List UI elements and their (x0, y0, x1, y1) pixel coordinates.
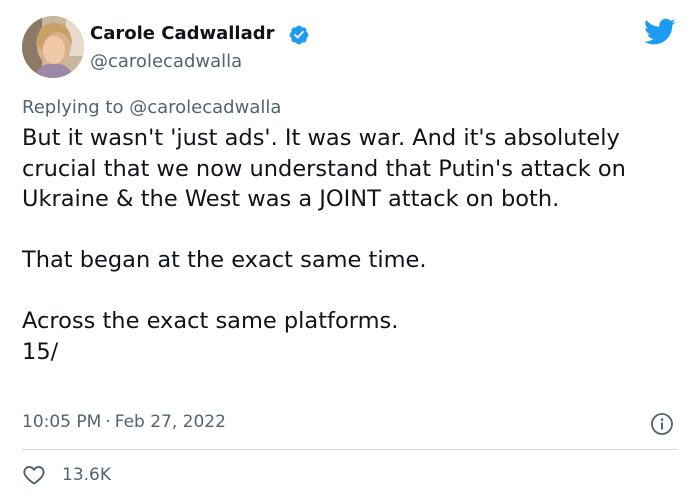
reply-context: Replying to @carolecadwalla (22, 96, 281, 120)
author-name[interactable]: Carole Cadwalladr (90, 22, 275, 46)
tweet-time: 10:05 PM (22, 412, 102, 432)
tweet-timestamp[interactable]: 10:05 PM · Feb 27, 2022 (22, 410, 226, 434)
author-handle[interactable]: @carolecadwalla (90, 50, 242, 74)
tweet-paragraph: That began at the exact same time. (22, 247, 427, 273)
tweet-paragraph: But it wasn't 'just ads'. It was war. An… (22, 125, 626, 212)
heart-icon (23, 466, 45, 485)
reply-handle-link[interactable]: @carolecadwalla (129, 97, 281, 118)
avatar[interactable] (22, 16, 84, 78)
meta-separator: · (105, 412, 111, 432)
verified-badge-icon (289, 25, 309, 45)
tweet-text: But it wasn't 'just ads'. It was war. An… (22, 123, 682, 367)
info-icon[interactable] (650, 412, 674, 436)
divider (22, 449, 678, 450)
twitter-bird-icon[interactable] (644, 18, 676, 46)
tweet-paragraph: Across the exact same platforms. (22, 308, 399, 334)
like-count: 13.6K (62, 465, 111, 485)
tweet-date: Feb 27, 2022 (114, 412, 226, 432)
reply-prefix: Replying to (22, 97, 124, 118)
tweet-paragraph: 15/ (22, 338, 59, 365)
like-button[interactable]: 13.6K (22, 462, 111, 488)
